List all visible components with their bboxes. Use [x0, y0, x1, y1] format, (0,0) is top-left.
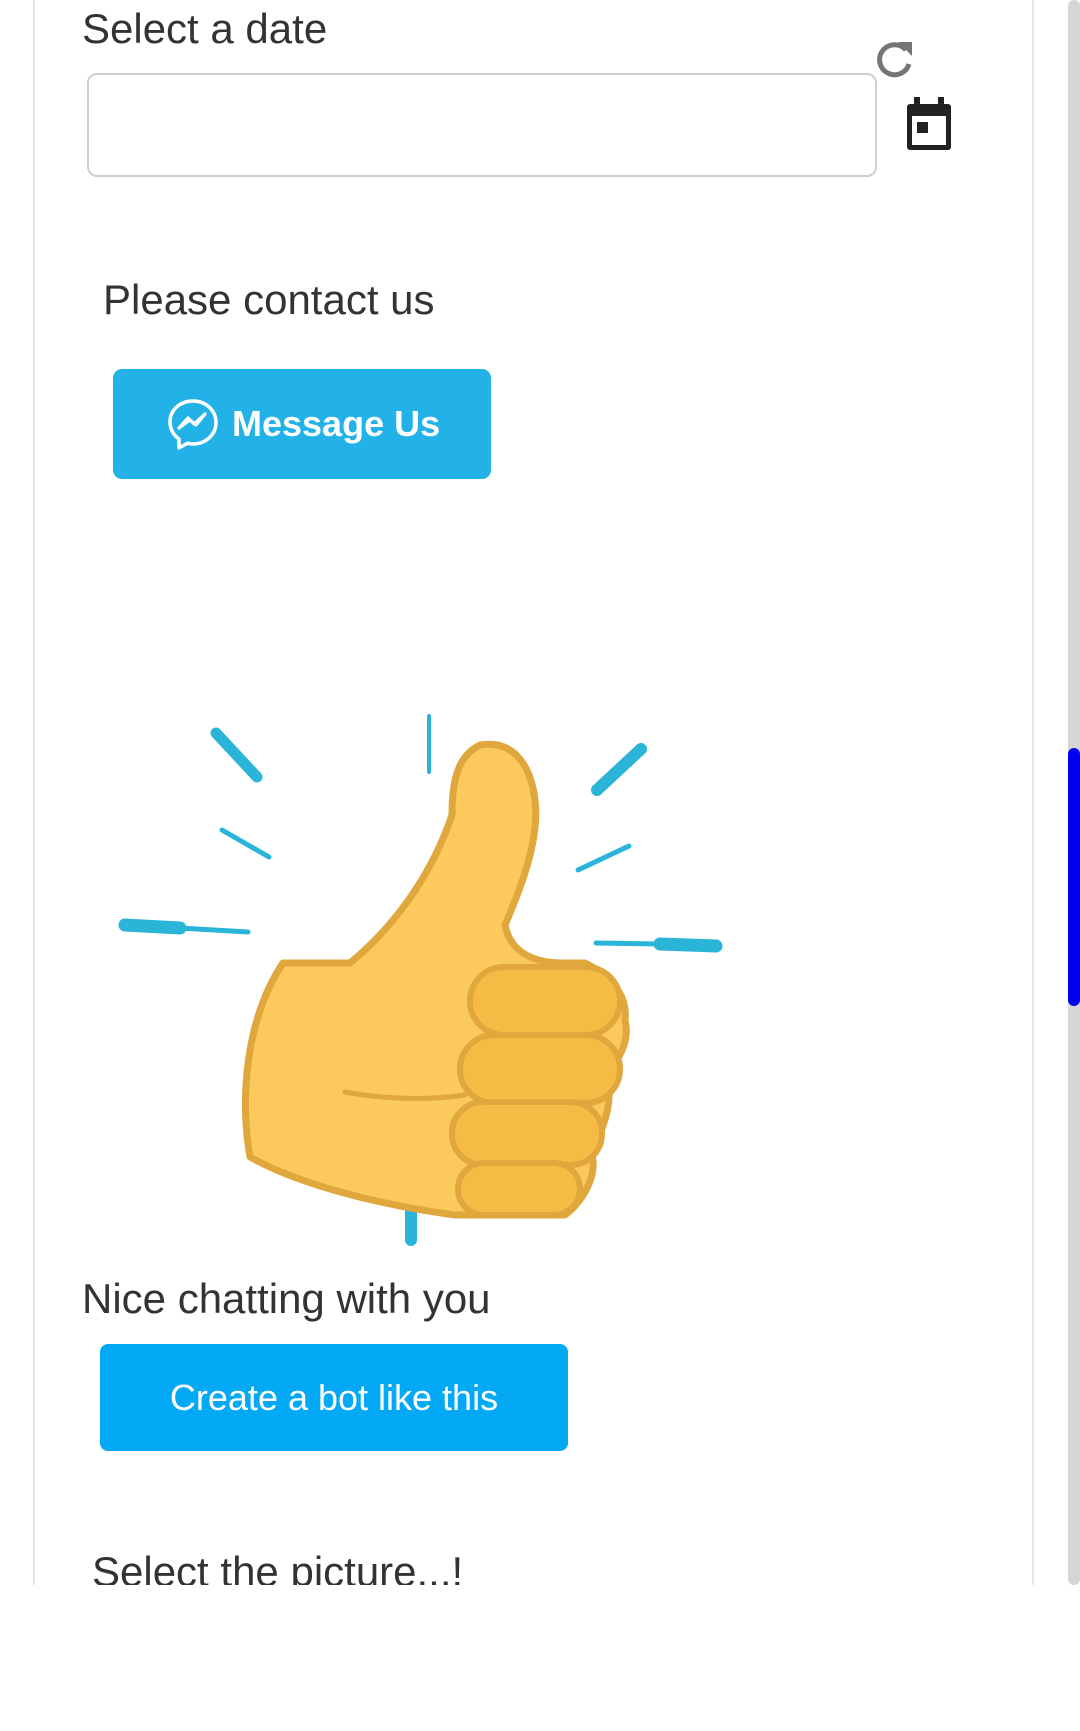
date-input[interactable]	[87, 73, 877, 177]
message-us-label: Message Us	[232, 403, 441, 444]
closing-message-label: Nice chatting with you	[82, 1275, 491, 1322]
create-bot-button[interactable]: Create a bot like this	[100, 1344, 568, 1451]
thumbs-up-icon	[118, 714, 723, 1246]
message-us-button[interactable]: Message Us	[113, 369, 491, 479]
scrollbar[interactable]	[1068, 0, 1080, 1585]
messenger-icon	[168, 399, 218, 450]
contact-prompt-label: Please contact us	[103, 276, 435, 323]
calendar-icon[interactable]	[904, 97, 954, 153]
scrollbar-thumb[interactable]	[1068, 748, 1080, 1006]
date-prompt-label: Select a date	[82, 5, 328, 52]
refresh-icon[interactable]	[872, 38, 916, 82]
bottom-blank-area	[0, 1585, 1080, 1731]
